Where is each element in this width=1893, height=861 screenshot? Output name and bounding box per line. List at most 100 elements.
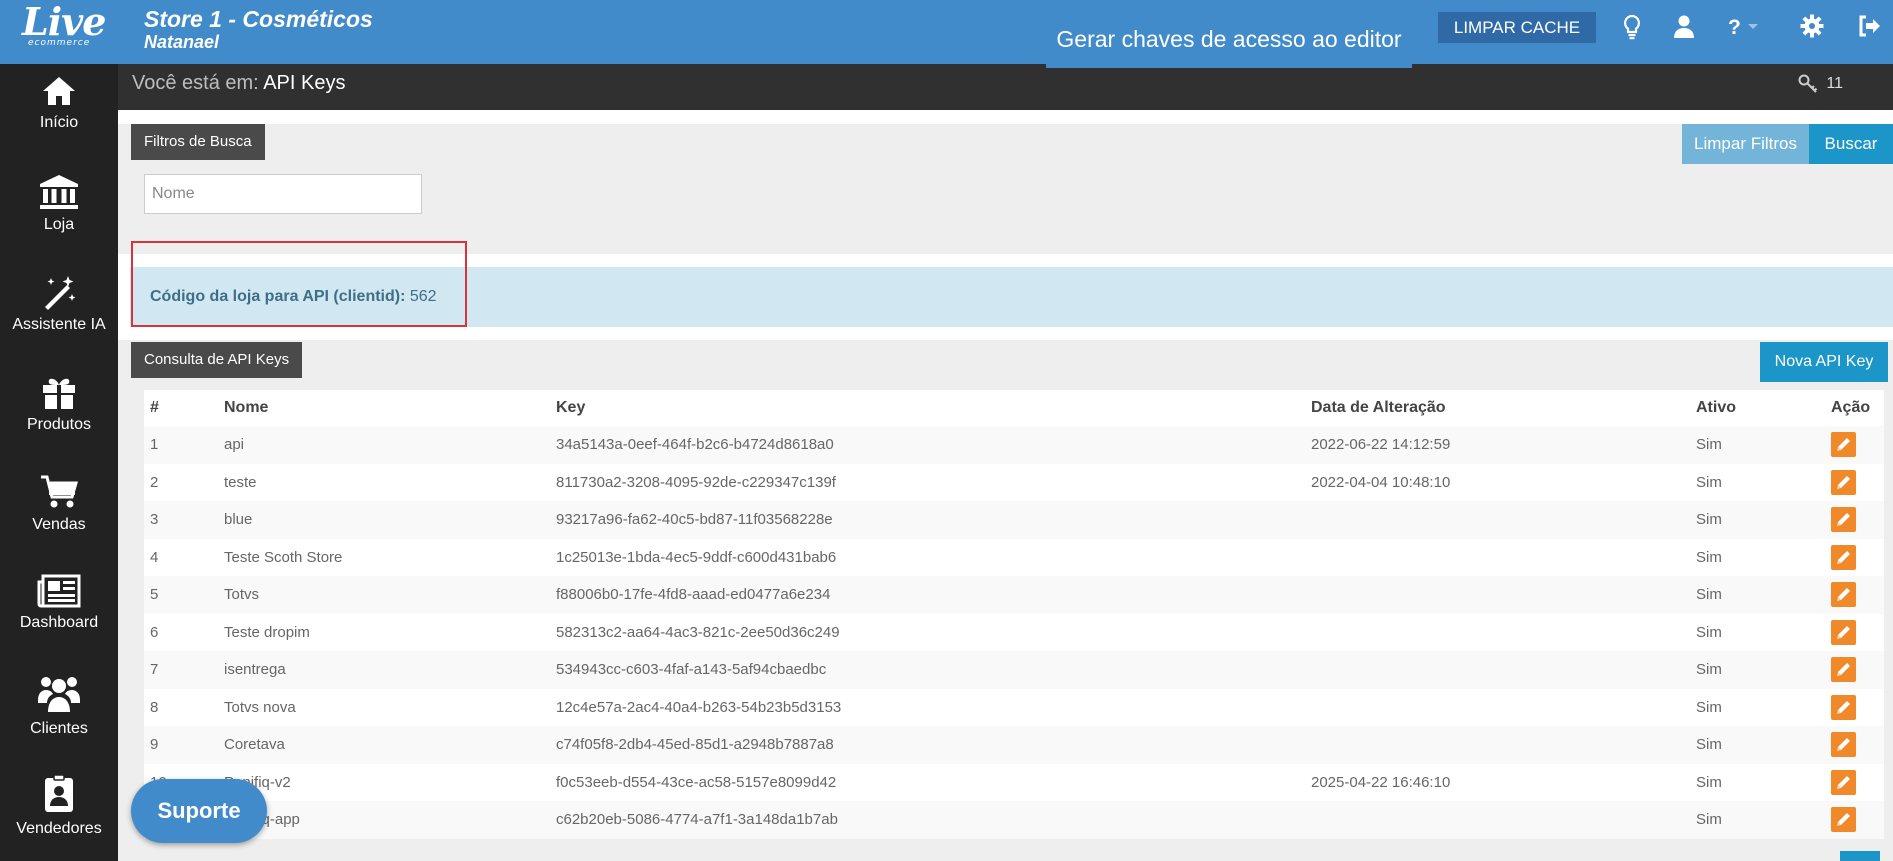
logo[interactable]: Live ecommerce	[22, 2, 110, 52]
row-number: 8	[150, 698, 159, 716]
row-number: 2	[150, 473, 159, 491]
api-keys-table-wrap: # Nome Key Data de Alteração Ativo Ação …	[144, 390, 1884, 839]
edit-button[interactable]	[1831, 469, 1856, 495]
lightbulb-icon[interactable]	[1621, 14, 1649, 42]
row-key: c62b20eb-5086-4774-a7f1-3a148da1b7ab	[556, 811, 838, 829]
sidebar-item-label: Loja	[43, 216, 75, 233]
sidebar-item-loja[interactable]: Loja	[0, 174, 118, 274]
api-keys-table: # Nome Key Data de Alteração Ativo Ação …	[144, 390, 1884, 839]
sidebar-item-vendedores[interactable]: Vendedores	[0, 774, 118, 861]
row-ativo: Sim	[1696, 623, 1722, 641]
filter-panel: Filtros de Busca Limpar Filtros Buscar	[118, 124, 1893, 254]
row-data	[1311, 726, 1696, 764]
sidebar-item-inicio[interactable]: Início	[0, 74, 118, 174]
magic-wand-icon	[45, 276, 76, 310]
row-nome: teste	[224, 473, 257, 491]
row-key: 811730a2-3208-4095-92de-c229347c139f	[556, 473, 836, 491]
table-header-row: # Nome Key Data de Alteração Ativo Ação	[144, 390, 1884, 426]
newspaper-icon	[37, 574, 81, 608]
search-button[interactable]: Buscar	[1809, 124, 1893, 164]
row-ativo: Sim	[1696, 736, 1722, 754]
row-nome: api	[224, 436, 245, 454]
row-data: 2022-06-22 14:12:59	[1311, 436, 1451, 454]
row-data	[1311, 501, 1696, 539]
row-data	[1311, 689, 1696, 727]
row-data: 2025-04-22 16:46:10	[1311, 773, 1451, 791]
row-data	[1311, 801, 1696, 839]
bank-icon	[40, 175, 78, 209]
row-number: 9	[150, 736, 159, 754]
row-data	[1311, 576, 1696, 614]
row-ativo: Sim	[1696, 548, 1722, 566]
support-button[interactable]: Suporte	[131, 779, 267, 843]
sidebar-item-produtos[interactable]: Produtos	[0, 374, 118, 474]
row-key: 12c4e57a-2ac4-40a4-b263-54b23b5d3153	[556, 698, 842, 716]
column-header-ativo: Ativo	[1696, 399, 1736, 416]
highlight-outline	[131, 241, 467, 327]
table-row: 11Penifiq-appc62b20eb-5086-4774-a7f1-3a1…	[144, 801, 1884, 839]
row-acao	[1831, 726, 1884, 764]
row-nome: Totvs nova	[224, 698, 296, 716]
row-nome: isentrega	[224, 661, 286, 679]
row-nome: Coretava	[224, 736, 285, 754]
edit-button[interactable]	[1831, 432, 1856, 458]
table-row: 6 Teste dropim 582313c2-aa64-4ac3-821c-2ee…	[144, 613, 1884, 651]
row-key: 93217a96-fa62-40c5-bd87-11f03568228e	[556, 511, 833, 529]
row-number: 6	[150, 623, 159, 641]
edit-button[interactable]	[1831, 657, 1856, 683]
store-title: Store 1 - Cosméticos	[144, 6, 373, 32]
sidebar-item-assistente-ia[interactable]: Assistente IA	[0, 274, 118, 374]
edit-button[interactable]	[1831, 769, 1856, 795]
sidebar-item-clientes[interactable]: Clientes	[0, 674, 118, 774]
edit-button[interactable]	[1831, 582, 1856, 608]
gift-icon	[43, 378, 75, 409]
pagination-button[interactable]	[1840, 851, 1880, 861]
pencil-icon	[1837, 588, 1850, 602]
sidebar: Início Loja Assistente IA Produtos Venda…	[0, 64, 118, 861]
table-row: 2 teste 811730a2-3208-4095-92de-c229347c13…	[144, 463, 1884, 501]
name-filter-input[interactable]	[144, 174, 422, 214]
row-number: 5	[150, 586, 159, 604]
edit-button[interactable]	[1831, 732, 1856, 758]
api-keys-title: Consulta de API Keys	[131, 342, 303, 378]
clear-filters-button[interactable]: Limpar Filtros	[1682, 124, 1809, 164]
column-header-number: #	[150, 399, 159, 416]
table-row: 7 isentrega 534943cc-c603-4faf-a143-5af94c…	[144, 651, 1884, 689]
table-row: 5 Totvs f88006b0-17fe-4fd8-aaad-ed0477a6e2…	[144, 576, 1884, 614]
edit-button[interactable]	[1831, 694, 1856, 720]
breadcrumb-current: API Keys	[263, 72, 346, 94]
row-key: c74f05f8-2db4-45ed-85d1-a2948b7887a8	[556, 736, 834, 754]
sidebar-item-dashboard[interactable]: Dashboard	[0, 574, 118, 674]
clear-cache-button[interactable]: LIMPAR CACHE	[1438, 12, 1596, 43]
row-data	[1311, 651, 1696, 689]
row-ativo: Sim	[1696, 773, 1722, 791]
user-icon[interactable]	[1673, 14, 1701, 42]
edit-button[interactable]	[1831, 544, 1856, 570]
pencil-icon	[1837, 663, 1850, 677]
logout-icon[interactable]	[1857, 14, 1885, 42]
editor-keys-banner[interactable]: Gerar chaves de acesso ao editor	[1046, 18, 1412, 68]
row-key: 34a5143a-0eef-464f-b2c6-b4724d8618a0	[556, 436, 834, 454]
gear-icon[interactable]	[1800, 14, 1828, 42]
row-acao	[1831, 764, 1884, 802]
row-key: f88006b0-17fe-4fd8-aaad-ed0477a6e234	[556, 586, 831, 604]
row-acao	[1831, 501, 1884, 539]
sidebar-item-label: Vendedores	[16, 820, 102, 837]
column-header-key: Key	[556, 399, 586, 416]
column-header-acao: Ação	[1831, 399, 1871, 416]
help-icon[interactable]: ?	[1726, 14, 1770, 42]
table-row: 3 blue 93217a96-fa62-40c5-bd87-11f03568228…	[144, 501, 1884, 539]
row-number: 3	[150, 511, 159, 529]
table-row: 8 Totvs nova 12c4e57a-2ac4-40a4-b263-54b23…	[144, 688, 1884, 727]
new-api-key-button[interactable]: Nova API Key	[1760, 342, 1888, 382]
row-number: 7	[150, 661, 159, 679]
api-keys-panel: Consulta de API Keys Nova API Key # Nome…	[118, 340, 1893, 861]
edit-button[interactable]	[1831, 619, 1856, 645]
edit-button[interactable]	[1831, 507, 1856, 533]
sidebar-item-vendas[interactable]: Vendas	[0, 474, 118, 574]
pencil-icon	[1837, 625, 1850, 639]
pencil-icon	[1837, 438, 1850, 452]
row-nome: Penifiq-app	[224, 801, 556, 839]
edit-button[interactable]	[1831, 807, 1856, 833]
pencil-icon	[1837, 775, 1850, 789]
